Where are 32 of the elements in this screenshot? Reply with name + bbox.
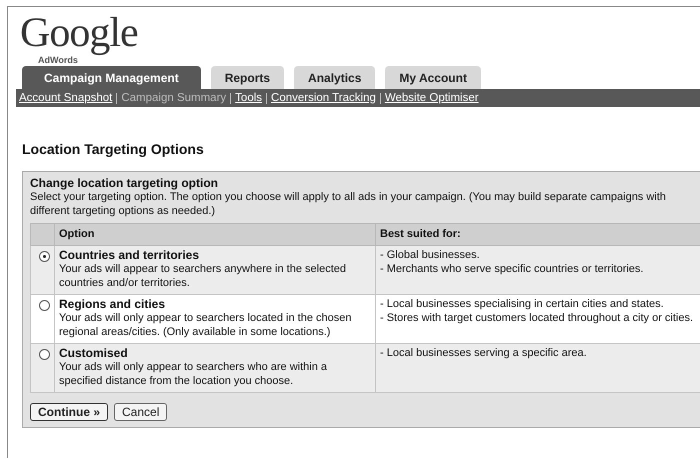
logo-product-name: AdWords [38,55,78,65]
option-description: Your ads will only appear to searchers located in the chosen regional areas/cities. (Only available in some locations.) [59,311,352,339]
subnav-link[interactable]: Tools [235,92,262,104]
option-title: Customised [59,346,129,360]
suited-item: - Local businesses serving a specific area. [380,346,588,360]
radio-button[interactable] [39,251,50,262]
column-header: Option [54,224,376,246]
nav-tab[interactable]: Reports [210,66,284,89]
option-description: Your ads will appear to searchers anywhere in the selected countries and/or territories. [59,262,347,290]
continue-button[interactable]: Continue » [30,403,108,421]
page-heading: Location Targeting Options [22,141,205,157]
option-title: Countries and territories [59,248,200,262]
subnav-link[interactable]: Campaign Summary [121,92,226,104]
nav-tab[interactable]: My Account [385,66,481,89]
cancel-button[interactable]: Cancel [114,403,168,421]
suited-item: - Stores with target customers located throughout a city or cities. [380,311,694,325]
suited-item: - Global businesses. [380,248,481,262]
panel-description: Select your targeting option. The option you choose will apply to all ads in your campaign. (You may build separate campaigns with different targeting options as needed.) [30,190,667,218]
radio-button[interactable] [39,300,50,311]
logo-wordmark: Google [20,11,138,55]
suited-item: - Local businesses specialising in certain cities and states. [380,297,665,311]
subnav-link[interactable]: Account Snapshot [19,92,112,104]
suited-item: - Merchants who serve specific countries or territories. [380,262,644,276]
panel-title: Change location targeting option [30,176,219,190]
option-title: Regions and cities [59,297,166,311]
nav-tab[interactable]: Analytics [294,66,376,89]
nav-tab[interactable]: Campaign Management [22,66,201,89]
subnav-link[interactable]: Conversion Tracking [271,92,376,104]
radio-button[interactable] [39,349,50,360]
subnav-link[interactable]: Website Optimiser [384,92,479,104]
column-header: Best suited for: [376,224,700,246]
option-description: Your ads will only appear to searchers who are within a specified distance from the location you choose. [59,360,328,388]
